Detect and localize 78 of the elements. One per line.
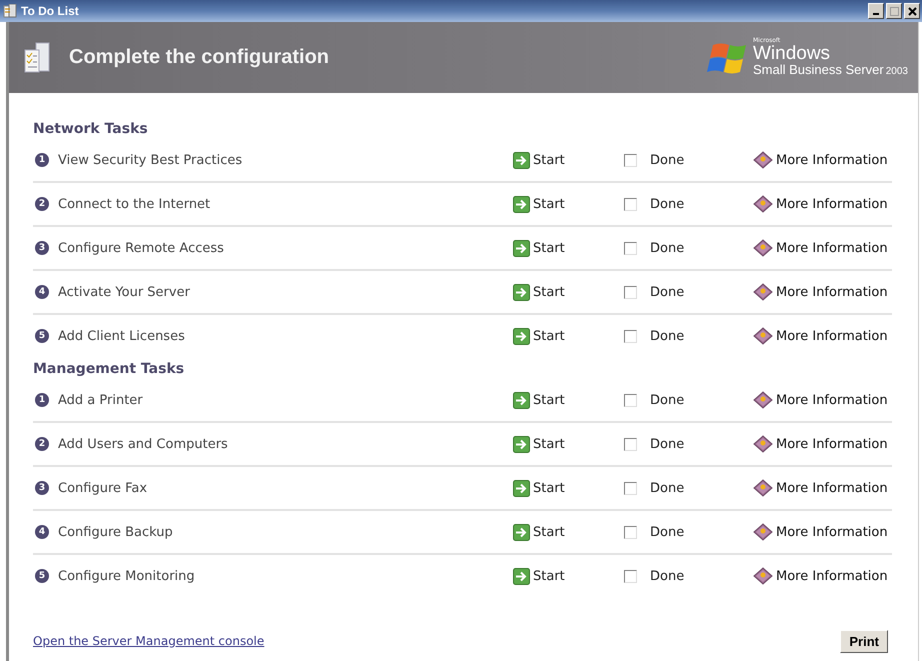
start-link[interactable]: Start: [513, 568, 624, 584]
logo-year: 2003: [886, 67, 908, 77]
task-label: Configure Fax: [58, 480, 148, 496]
server-management-link[interactable]: Open the Server Management console: [33, 634, 264, 648]
done-label: Done: [650, 436, 684, 452]
step-number: 5: [35, 329, 49, 343]
logo-product: Windows: [752, 44, 832, 63]
more-information-link[interactable]: More Information: [753, 283, 888, 301]
step-number: 1: [35, 153, 49, 167]
step-number: 2: [35, 197, 49, 211]
checklist-icon: [23, 42, 51, 74]
start-link[interactable]: Start: [513, 240, 624, 256]
done-label: Done: [650, 568, 684, 584]
done-checkbox[interactable]: [624, 570, 637, 582]
done-checkbox[interactable]: [624, 482, 637, 494]
logo-edition: Small Business Server: [752, 63, 884, 76]
more-information-link[interactable]: More Information: [753, 435, 888, 453]
more-information-link[interactable]: More Information: [753, 327, 888, 345]
done-checkbox[interactable]: [624, 242, 637, 254]
done-checkbox[interactable]: [624, 198, 637, 210]
task-label: Configure Remote Access: [58, 240, 224, 256]
step-number: 3: [35, 481, 49, 495]
done-checkbox[interactable]: [624, 330, 637, 342]
page-title: Complete the configuration: [69, 46, 329, 69]
done-label: Done: [650, 152, 684, 168]
more-information-link[interactable]: More Information: [753, 479, 888, 497]
done-label: Done: [650, 196, 684, 212]
start-link[interactable]: Start: [513, 480, 624, 496]
task-label: Add Client Licenses: [58, 328, 185, 344]
done-label: Done: [650, 524, 684, 540]
more-information-link[interactable]: More Information: [753, 523, 888, 541]
done-checkbox[interactable]: [624, 286, 637, 298]
step-number: 3: [35, 241, 49, 255]
start-link[interactable]: Start: [513, 436, 624, 452]
step-number: 4: [35, 285, 49, 299]
minimize-button[interactable]: [868, 3, 884, 19]
more-information-link[interactable]: More Information: [753, 239, 888, 257]
start-link[interactable]: Start: [513, 392, 624, 408]
task-label: Add a Printer: [58, 392, 143, 408]
start-link[interactable]: Start: [513, 284, 624, 300]
done-label: Done: [650, 284, 684, 300]
task-label: Activate Your Server: [58, 284, 190, 300]
more-information-link[interactable]: More Information: [753, 567, 888, 585]
close-icon: [908, 6, 916, 16]
step-number: 2: [35, 437, 49, 451]
more-information-link[interactable]: More Information: [753, 151, 888, 169]
print-button[interactable]: Print: [840, 630, 888, 652]
section-heading: Management Tasks: [33, 360, 186, 379]
section-heading: Network Tasks: [33, 120, 149, 139]
start-link[interactable]: Start: [513, 152, 624, 168]
step-number: 1: [35, 393, 49, 407]
done-checkbox[interactable]: [624, 154, 637, 166]
start-link[interactable]: Start: [513, 196, 624, 212]
task-label: Configure Monitoring: [58, 568, 195, 584]
task-label: Add Users and Computers: [58, 436, 228, 452]
start-link[interactable]: Start: [513, 524, 624, 540]
done-label: Done: [650, 392, 684, 408]
done-checkbox[interactable]: [624, 438, 637, 450]
step-number: 4: [35, 525, 49, 539]
close-button[interactable]: [904, 3, 920, 19]
task-label: View Security Best Practices: [58, 152, 242, 168]
more-information-link[interactable]: More Information: [753, 195, 888, 213]
step-number: 5: [35, 569, 49, 583]
maximize-button[interactable]: [886, 3, 902, 19]
start-link[interactable]: Start: [513, 328, 624, 344]
task-label: Connect to the Internet: [58, 196, 210, 212]
done-checkbox[interactable]: [624, 526, 637, 538]
window-title: To Do List: [21, 4, 79, 18]
maximize-icon: [890, 6, 898, 16]
minimize-icon: [873, 13, 879, 15]
windows-flag-icon: [706, 40, 749, 74]
done-label: Done: [650, 480, 684, 496]
done-checkbox[interactable]: [624, 394, 637, 406]
done-label: Done: [650, 328, 684, 344]
more-information-link[interactable]: More Information: [753, 391, 888, 409]
document-icon: [3, 4, 17, 18]
done-label: Done: [650, 240, 684, 256]
task-label: Configure Backup: [58, 524, 173, 540]
